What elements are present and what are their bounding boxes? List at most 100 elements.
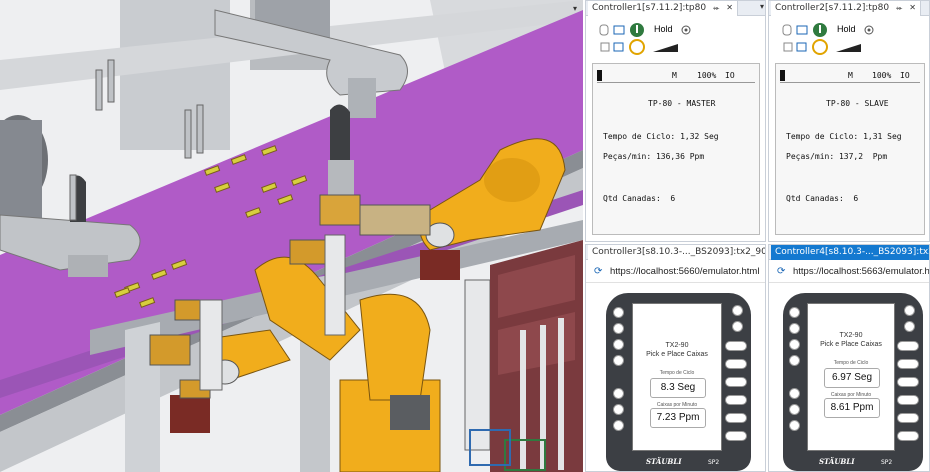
- controller2-tabbar: Controller2[s7.11.2]:tp80 ⬰ ✕: [769, 1, 929, 16]
- pendant-button-2[interactable]: [613, 323, 624, 334]
- pendant-pause-button[interactable]: [732, 321, 743, 332]
- cabinet-tower: [490, 240, 583, 472]
- run-icon[interactable]: [812, 39, 828, 55]
- tab-controller3[interactable]: Controller3[s8.10.3-..._BS2093]:tx2_90 ⬰: [588, 245, 765, 260]
- hold-label: Hold: [837, 24, 856, 34]
- pendant-pause-button[interactable]: [904, 321, 915, 332]
- pin-icon[interactable]: ⬰: [713, 3, 719, 12]
- user-icon[interactable]: [613, 42, 624, 52]
- screen-subtitle: Pick e Place Caixas: [820, 341, 882, 348]
- hold-toggle-icon[interactable]: [681, 25, 691, 35]
- 3d-viewport[interactable]: ▾: [0, 0, 583, 472]
- pendant-button-7[interactable]: [789, 420, 800, 431]
- pin-icon[interactable]: ⬰: [896, 3, 902, 12]
- jog-button-6[interactable]: [897, 431, 919, 441]
- pendant-button-6[interactable]: [613, 404, 624, 415]
- pendant-button-1[interactable]: [613, 307, 624, 318]
- hold-toggle-icon[interactable]: [864, 25, 874, 35]
- jog-button-4[interactable]: [725, 395, 747, 405]
- speed-slider-icon[interactable]: [653, 44, 678, 52]
- pendant-button-4[interactable]: [613, 355, 624, 366]
- pendant-button-7[interactable]: [613, 420, 624, 431]
- hand-icon[interactable]: [782, 24, 792, 36]
- pendant-power-button[interactable]: [904, 305, 915, 316]
- lane-count: Qtd Canadas: 6: [603, 194, 676, 203]
- tab-controller1[interactable]: Controller1[s7.11.2]:tp80 ⬰ ✕: [588, 1, 738, 16]
- jog-button-2[interactable]: [725, 359, 747, 369]
- lock-icon[interactable]: [600, 42, 610, 52]
- sp2-pendant: TX2-90 Pick e Place Caixas Tempo de Cicl…: [606, 293, 751, 471]
- controller1-tabbar: Controller1[s7.11.2]:tp80 ⬰ ✕ ▾: [586, 1, 765, 16]
- tp80-screen[interactable]: M 100% IO TP-80 - MASTER Tempo de Ciclo:…: [592, 63, 760, 235]
- refresh-icon[interactable]: ⟳: [777, 266, 785, 277]
- controller4-panel: Controller4[s8.10.3-..._BS2093]:tx2_90 ⬰…: [768, 244, 930, 472]
- jog-button-3[interactable]: [897, 377, 919, 387]
- pendant-button-4[interactable]: [789, 355, 800, 366]
- pendant-power-button[interactable]: [732, 305, 743, 316]
- tab-label: Controller2[s7.11.2]:tp80: [775, 3, 890, 13]
- status-block: [780, 70, 785, 81]
- lock-icon[interactable]: [783, 42, 793, 52]
- status-mode: M: [672, 71, 677, 80]
- chevron-down-icon[interactable]: ▾: [760, 2, 764, 11]
- pendant-screen[interactable]: TX2-90 Pick e Place Caixas Tempo de Cicl…: [632, 303, 722, 451]
- jog-button-3[interactable]: [725, 377, 747, 387]
- run-icon[interactable]: [629, 39, 645, 55]
- speed-slider-icon[interactable]: [836, 44, 861, 52]
- viewport-menu-icon[interactable]: ▾: [573, 4, 581, 13]
- status-io: IO: [900, 71, 910, 80]
- cycle-time: Tempo de Ciclo: 1,31 Seg: [786, 132, 902, 141]
- tab-controller2[interactable]: Controller2[s7.11.2]:tp80 ⬰ ✕: [771, 1, 921, 16]
- status-speed: 100%: [697, 71, 717, 80]
- tp80-screen[interactable]: M 100% IO TP-80 - SLAVE Tempo de Ciclo: …: [775, 63, 925, 235]
- cycle-time-value: 8.3 Seg: [650, 378, 706, 398]
- address-bar[interactable]: ⟳ https://localhost:5663/emulator.html: [769, 261, 929, 283]
- tab-controller4[interactable]: Controller4[s8.10.3-..._BS2093]:tx2_90 ⬰: [771, 245, 929, 260]
- hold-label: Hold: [654, 24, 673, 34]
- address-bar[interactable]: ⟳ https://localhost:5660/emulator.html: [586, 261, 765, 283]
- hand-icon[interactable]: [599, 24, 609, 36]
- pendant-button-6[interactable]: [789, 404, 800, 415]
- mode-icon[interactable]: [796, 25, 808, 35]
- url-text[interactable]: https://localhost:5663/emulator.html: [793, 266, 929, 277]
- jog-button-1[interactable]: [725, 341, 747, 351]
- tab-label: Controller4[s8.10.3-..._BS2093]:tx2_90: [775, 247, 929, 257]
- jog-button-6[interactable]: [725, 431, 747, 441]
- refresh-icon[interactable]: ⟳: [594, 266, 602, 277]
- pendant-button-3[interactable]: [789, 339, 800, 350]
- screen-title: TX2-90: [839, 332, 863, 339]
- jog-button-2[interactable]: [897, 359, 919, 369]
- power-icon[interactable]: [630, 23, 644, 37]
- tp80-toolbar: Hold: [781, 22, 929, 58]
- user-icon[interactable]: [796, 42, 807, 52]
- power-icon[interactable]: [813, 23, 827, 37]
- status-block: [597, 70, 602, 81]
- controller4-tabbar: Controller4[s8.10.3-..._BS2093]:tx2_90 ⬰: [769, 245, 929, 260]
- status-mode: M: [848, 71, 853, 80]
- pendant-screen[interactable]: TX2-90 Pick e Place Caixas Tempo de Cicl…: [807, 303, 895, 451]
- controller3-panel: Controller3[s8.10.3-..._BS2093]:tx2_90 ⬰…: [585, 244, 766, 472]
- status-bar: M 100% IO: [597, 69, 755, 83]
- screen-subtitle: Pick e Place Caixas: [646, 351, 708, 358]
- pendant-button-1[interactable]: [789, 307, 800, 318]
- jog-button-5[interactable]: [897, 413, 919, 423]
- jog-button-5[interactable]: [725, 413, 747, 423]
- cycle-time-label: Tempo de Ciclo: [659, 370, 695, 376]
- parts-per-minute: Peças/min: 136,36 Ppm: [603, 152, 705, 161]
- pendant-button-5[interactable]: [613, 388, 624, 399]
- pendant-button-3[interactable]: [613, 339, 624, 350]
- staubli-logo: STÄUBLI: [646, 457, 682, 466]
- cycle-time-label: Tempo de Ciclo: [833, 360, 869, 366]
- url-text[interactable]: https://localhost:5660/emulator.html: [610, 266, 759, 277]
- close-icon[interactable]: ✕: [726, 3, 733, 12]
- close-icon[interactable]: ✕: [909, 3, 916, 12]
- simulation-workspace: ▾ Controller1[s7.11.2]:tp80 ⬰ ✕ ▾ Hold M…: [0, 0, 930, 472]
- pendant-button-2[interactable]: [789, 323, 800, 334]
- rate-value: 7.23 Ppm: [650, 408, 706, 428]
- jog-button-4[interactable]: [897, 395, 919, 405]
- pendant-button-5[interactable]: [789, 388, 800, 399]
- jog-button-1[interactable]: [897, 341, 919, 351]
- status-speed: 100%: [872, 71, 892, 80]
- staubli-logo: STÄUBLI: [819, 457, 855, 466]
- mode-icon[interactable]: [613, 25, 625, 35]
